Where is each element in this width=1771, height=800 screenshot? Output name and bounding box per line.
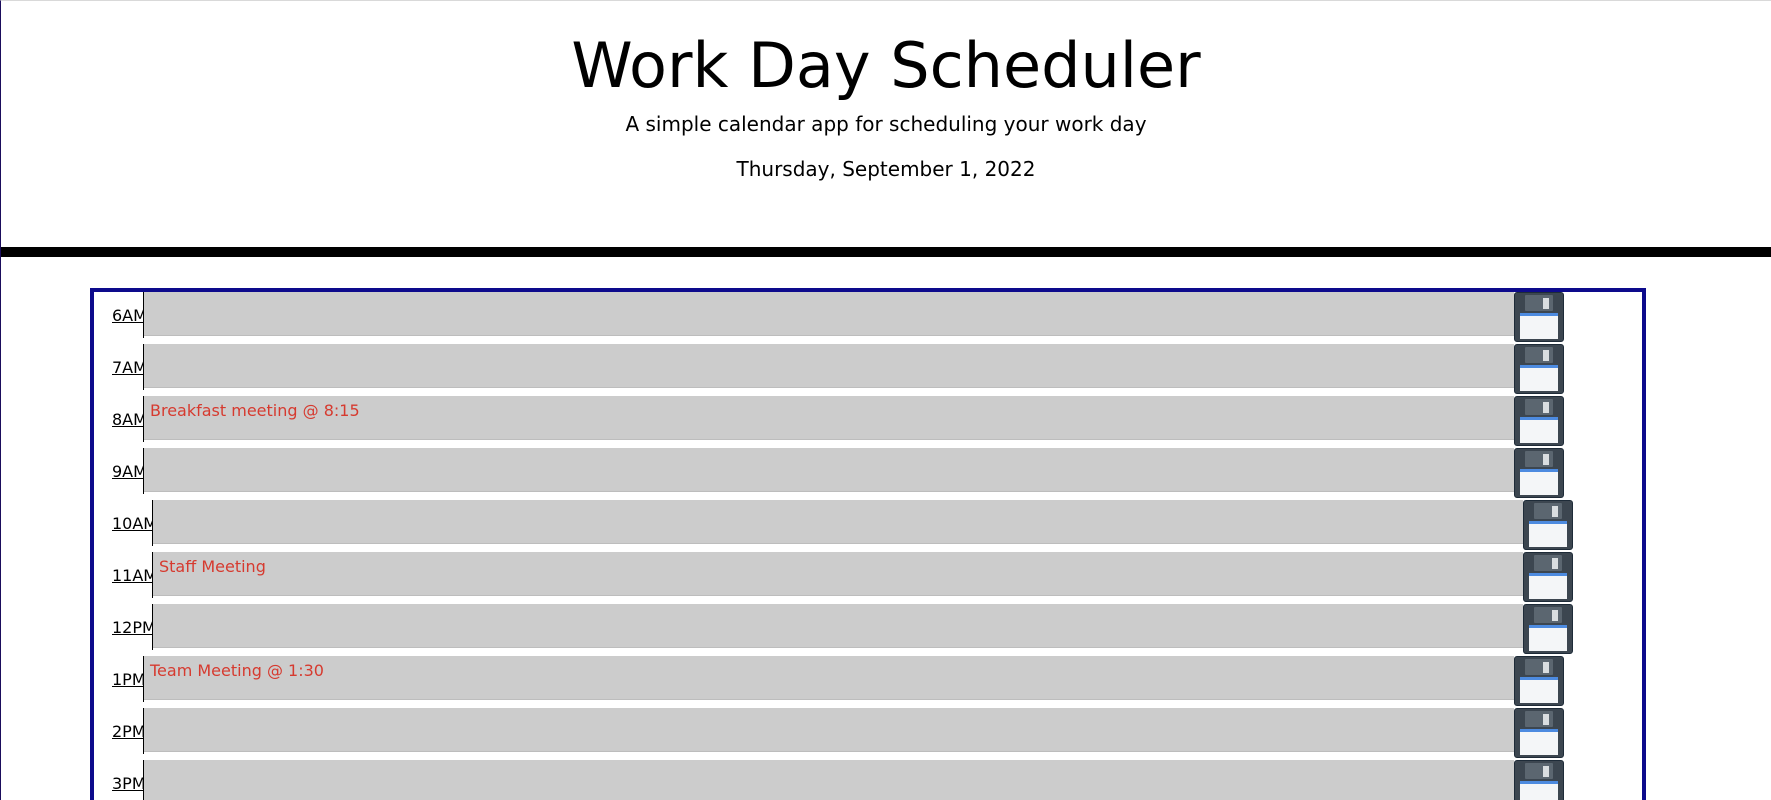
save-button[interactable]: [1514, 396, 1564, 446]
floppy-disk-icon: [1525, 763, 1553, 779]
hour-label: 12PM: [112, 618, 156, 637]
hour-label: 6AM: [112, 306, 147, 325]
event-input[interactable]: Staff Meeting: [153, 552, 1523, 596]
event-input[interactable]: [144, 344, 1514, 388]
save-button[interactable]: [1514, 448, 1564, 498]
floppy-disk-icon: [1534, 555, 1562, 571]
floppy-disk-icon: [1525, 347, 1553, 363]
current-day: Thursday, September 1, 2022: [736, 157, 1036, 181]
save-button[interactable]: [1514, 656, 1564, 706]
time-block-row: 7AM: [94, 344, 1564, 394]
save-button[interactable]: [1514, 344, 1564, 394]
floppy-disk-icon: [1525, 295, 1553, 311]
floppy-disk-icon: [1525, 399, 1553, 415]
time-block-row: 8AM Breakfast meeting @ 8:15: [94, 396, 1564, 446]
hour-label: 7AM: [112, 358, 147, 377]
hour-label: 1PM: [112, 670, 146, 689]
page-title: Work Day Scheduler: [571, 29, 1201, 102]
event-input[interactable]: [153, 500, 1523, 544]
time-block-row: 1PM Team Meeting @ 1:30: [94, 656, 1564, 706]
save-button[interactable]: [1523, 604, 1573, 654]
schedule-container: 6AM 7AM 8AM Breakfast meeting @ 8:15 9AM…: [90, 288, 1646, 800]
time-block-row: 12PM: [94, 604, 1573, 654]
time-block-row: 10AM: [94, 500, 1573, 550]
event-input[interactable]: [144, 708, 1514, 752]
header: Work Day Scheduler A simple calendar app…: [1, 1, 1771, 247]
save-button[interactable]: [1514, 292, 1564, 342]
floppy-disk-icon: [1534, 607, 1562, 623]
floppy-disk-icon: [1525, 451, 1553, 467]
hour-label: 9AM: [112, 462, 147, 481]
time-block-row: 9AM: [94, 448, 1564, 498]
time-block-row: 2PM: [94, 708, 1564, 758]
event-input[interactable]: [144, 448, 1514, 492]
save-button[interactable]: [1514, 760, 1564, 800]
time-block-row: 11AM Staff Meeting: [94, 552, 1573, 602]
time-block-row: 6AM: [94, 292, 1564, 342]
save-button[interactable]: [1523, 552, 1573, 602]
event-input[interactable]: [153, 604, 1523, 648]
page-subtitle: A simple calendar app for scheduling you…: [625, 112, 1147, 136]
hour-label: 10AM: [112, 514, 158, 533]
save-button[interactable]: [1514, 708, 1564, 758]
hour-label: 11AM: [112, 566, 158, 585]
hour-label: 2PM: [112, 722, 146, 741]
event-input[interactable]: Breakfast meeting @ 8:15: [144, 396, 1514, 440]
page: Work Day Scheduler A simple calendar app…: [0, 0, 1771, 800]
hour-label: 8AM: [112, 410, 147, 429]
header-divider: [1, 247, 1771, 257]
floppy-disk-icon: [1534, 503, 1562, 519]
time-block-row: 3PM: [94, 760, 1564, 800]
floppy-disk-icon: [1525, 711, 1553, 727]
event-input[interactable]: Team Meeting @ 1:30: [144, 656, 1514, 700]
save-button[interactable]: [1523, 500, 1573, 550]
floppy-disk-icon: [1525, 659, 1553, 675]
event-input[interactable]: [144, 292, 1514, 336]
event-input[interactable]: [144, 760, 1514, 800]
hour-label: 3PM: [112, 774, 146, 793]
